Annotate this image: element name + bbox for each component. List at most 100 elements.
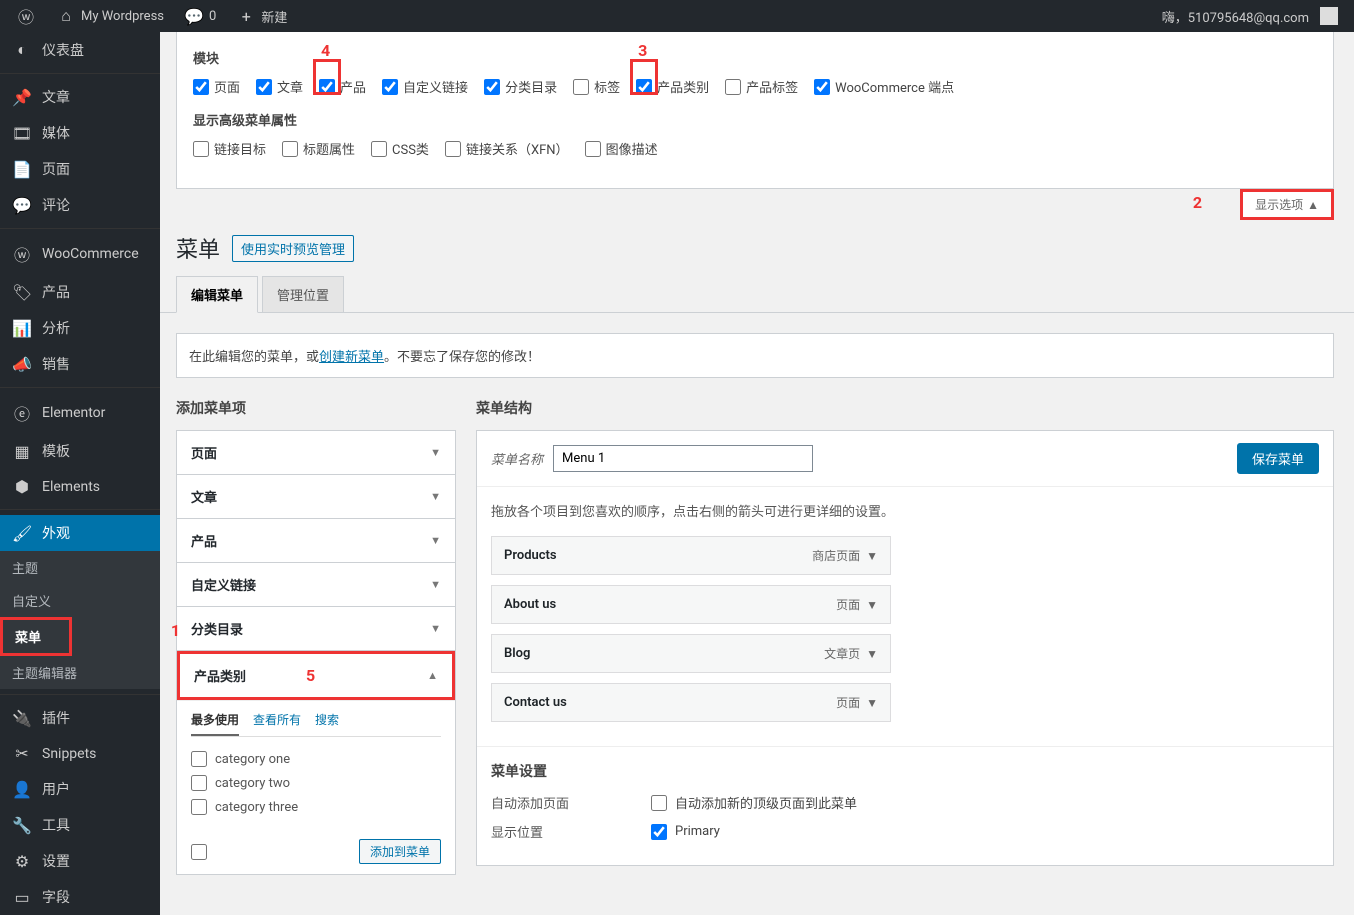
plugin-icon: 🔌 (12, 709, 32, 728)
submenu-menus[interactable]: 菜单 (0, 617, 72, 656)
submenu-theme-editor[interactable]: 主题编辑器 (0, 656, 160, 689)
category-checkbox[interactable] (191, 751, 207, 767)
tab-edit-menu[interactable]: 编辑菜单 (176, 276, 258, 313)
live-preview-button[interactable]: 使用实时预览管理 (232, 235, 354, 262)
accordion-toggle[interactable]: 页面▼ (177, 431, 455, 474)
accordion-toggle[interactable]: 自定义链接▼ (177, 563, 455, 606)
module-checkbox[interactable] (725, 79, 741, 95)
module-checkbox[interactable] (573, 79, 589, 95)
sidebar-woocommerce[interactable]: ⓦWooCommerce (0, 234, 160, 274)
module-checkbox[interactable] (319, 79, 335, 95)
new-content[interactable]: +新建 (228, 0, 295, 32)
caret-down-icon[interactable]: ▼ (866, 647, 878, 661)
advanced-check-0[interactable]: 链接目标 (193, 139, 266, 158)
sidebar-appearance[interactable]: 🖌外观 (0, 515, 160, 551)
module-check-7[interactable]: 产品标签 (725, 77, 798, 96)
module-check-5[interactable]: 标签 (573, 77, 620, 96)
page-icon: 📄 (12, 160, 32, 179)
menu-structure-item[interactable]: About us页面 ▼ (491, 585, 891, 624)
sidebar-fields[interactable]: ▭字段 (0, 879, 160, 915)
site-home[interactable]: ⌂My Wordpress (48, 0, 172, 32)
elementor-icon: ⓔ (12, 401, 32, 425)
tab-search[interactable]: 搜索 (315, 711, 339, 736)
accordion-title: 页面 (191, 443, 217, 462)
caret-down-icon[interactable]: ▼ (866, 598, 878, 612)
category-checkbox[interactable] (191, 799, 207, 815)
module-check-4[interactable]: 分类目录 (484, 77, 557, 96)
module-checkbox[interactable] (814, 79, 830, 95)
module-checkbox[interactable] (382, 79, 398, 95)
sidebar-templates[interactable]: ▦模板 (0, 433, 160, 469)
primary-location-checkbox[interactable] (651, 824, 667, 840)
accordion-toggle[interactable]: 分类目录▼ (177, 607, 455, 650)
sidebar-marketing[interactable]: 📣销售 (0, 346, 160, 382)
advanced-check-3[interactable]: 链接关系（XFN） (445, 139, 569, 158)
create-menu-link[interactable]: 创建新菜单 (319, 350, 384, 365)
admin-topbar: ⓦ ⌂My Wordpress 💬0 +新建 嗨，510795648@qq.co… (0, 0, 1354, 32)
advanced-checkbox[interactable] (445, 141, 461, 157)
category-item[interactable]: category three (191, 795, 441, 819)
sidebar-analytics[interactable]: 📊分析 (0, 310, 160, 346)
select-all[interactable] (191, 840, 207, 864)
sidebar-pages[interactable]: 📄页面 (0, 151, 160, 187)
module-checkbox[interactable] (636, 79, 652, 95)
module-checkbox[interactable] (484, 79, 500, 95)
comments-link[interactable]: 💬0 (176, 0, 224, 32)
advanced-check-2[interactable]: CSS类 (371, 139, 429, 158)
auto-add-checkbox[interactable] (651, 795, 667, 811)
module-label: 自定义链接 (403, 77, 468, 96)
notice-text: 在此编辑您的菜单，或 (189, 350, 319, 365)
sidebar-dashboard[interactable]: ◐仪表盘 (0, 32, 160, 68)
menu-structure-item[interactable]: Blog文章页 ▼ (491, 634, 891, 673)
module-checkbox[interactable] (256, 79, 272, 95)
submenu-customize[interactable]: 自定义 (0, 584, 160, 617)
module-check-3[interactable]: 自定义链接 (382, 77, 468, 96)
comment-icon: 💬 (184, 7, 204, 26)
sidebar-snippets[interactable]: ✂Snippets (0, 736, 160, 771)
submenu-themes[interactable]: 主题 (0, 551, 160, 584)
sidebar-comments[interactable]: 💬评论 (0, 187, 160, 223)
menu-structure-item[interactable]: Contact us页面 ▼ (491, 683, 891, 722)
sidebar-posts[interactable]: 📌文章 (0, 79, 160, 115)
module-check-6[interactable]: 3产品类别 (636, 77, 709, 96)
user-greeting[interactable]: 嗨，510795648@qq.com (1154, 0, 1346, 32)
caret-down-icon[interactable]: ▼ (866, 549, 878, 563)
menu-name-input[interactable] (553, 445, 813, 472)
caret-down-icon[interactable]: ▼ (866, 696, 878, 710)
advanced-check-4[interactable]: 图像描述 (585, 139, 658, 158)
accordion-toggle[interactable]: 产品▼ (177, 519, 455, 562)
advanced-checkbox[interactable] (585, 141, 601, 157)
tab-manage-locations[interactable]: 管理位置 (262, 276, 344, 313)
sidebar-media[interactable]: 🎞媒体 (0, 115, 160, 151)
advanced-checkbox[interactable] (193, 141, 209, 157)
category-item[interactable]: category two (191, 771, 441, 795)
category-checkbox[interactable] (191, 775, 207, 791)
screen-options-toggle[interactable]: 显示选项 ▲ (1240, 189, 1334, 220)
sidebar-plugins[interactable]: 🔌插件 (0, 700, 160, 736)
module-checkbox[interactable] (193, 79, 209, 95)
sidebar-users[interactable]: 👤用户 (0, 771, 160, 807)
sidebar-elements[interactable]: ⬢Elements (0, 469, 160, 504)
sidebar-products[interactable]: 🏷产品 (0, 274, 160, 310)
sidebar-tools[interactable]: 🔧工具 (0, 807, 160, 843)
menu-item-type: 页面 ▼ (836, 694, 878, 711)
save-menu-button[interactable]: 保存菜单 (1237, 443, 1319, 474)
menu-structure-item[interactable]: Products商店页面 ▼ (491, 536, 891, 575)
accordion-toggle[interactable]: 产品类别5▲ (177, 651, 455, 700)
category-item[interactable]: category one (191, 747, 441, 771)
sidebar-elementor[interactable]: ⓔElementor (0, 393, 160, 433)
module-check-0[interactable]: 页面 (193, 77, 240, 96)
module-label: 产品 (340, 77, 366, 96)
tab-all[interactable]: 查看所有 (253, 711, 301, 736)
tab-recent[interactable]: 最多使用 (191, 711, 239, 736)
advanced-check-1[interactable]: 标题属性 (282, 139, 355, 158)
wp-logo[interactable]: ⓦ (8, 0, 44, 32)
advanced-checkbox[interactable] (282, 141, 298, 157)
accordion-toggle[interactable]: 文章▼ (177, 475, 455, 518)
module-check-8[interactable]: WooCommerce 端点 (814, 77, 954, 96)
select-all-checkbox[interactable] (191, 844, 207, 860)
sidebar-settings[interactable]: ⚙设置 (0, 843, 160, 879)
module-check-1[interactable]: 文章 (256, 77, 303, 96)
advanced-checkbox[interactable] (371, 141, 387, 157)
module-check-2[interactable]: 4产品 (319, 77, 366, 96)
